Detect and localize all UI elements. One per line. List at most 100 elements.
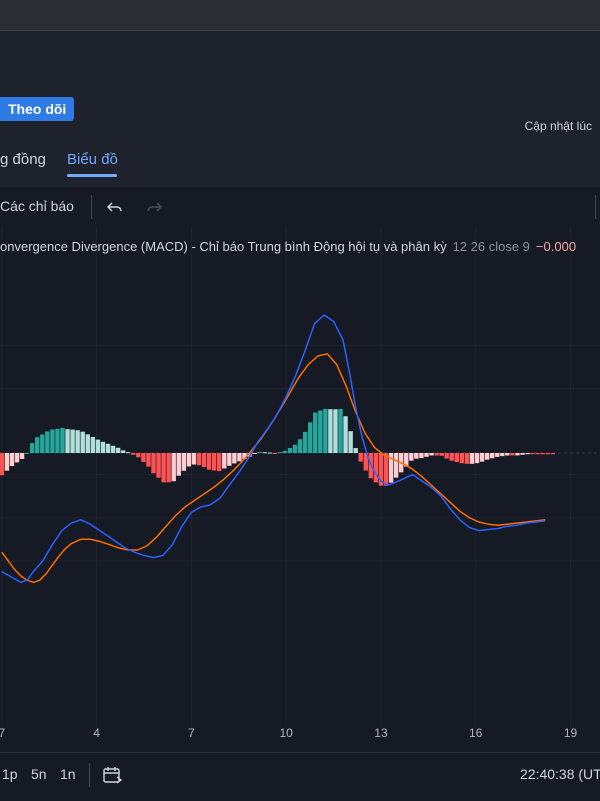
indicators-button[interactable]: Các chỉ báo [0, 198, 74, 214]
histogram-bar [257, 451, 262, 453]
histogram-bar [287, 448, 293, 453]
histogram-bar [120, 450, 126, 453]
histogram-bar [318, 410, 323, 453]
indicator-value: −0.000 [535, 239, 577, 254]
x-tick-label: 4 [93, 726, 100, 740]
histogram-bar [520, 453, 525, 455]
histogram-bar [262, 452, 267, 454]
tab-chart[interactable]: Biểu đồ [67, 151, 118, 168]
histogram-bar [323, 408, 328, 453]
histogram-bar [65, 429, 70, 453]
histogram-bar [237, 453, 242, 462]
histogram-bar [530, 453, 535, 455]
histogram-bar [338, 408, 343, 453]
histogram-bar [151, 453, 156, 474]
histogram-bar [45, 431, 50, 453]
histogram-bar [40, 434, 45, 453]
histogram-bar [333, 409, 338, 453]
histogram-bar [105, 443, 111, 453]
update-time-label: Cập nhật lúc [524, 119, 592, 133]
calendar-icon[interactable] [100, 763, 124, 787]
histogram-bar [75, 430, 80, 453]
histogram-bar [131, 453, 136, 455]
follow-button[interactable]: Theo dõi [0, 97, 75, 121]
histogram-bar [358, 453, 363, 462]
histogram-bar [126, 452, 131, 454]
histogram-bar [95, 439, 101, 453]
histogram-bar [24, 453, 30, 454]
x-tick-label: 7 [0, 726, 5, 740]
x-tick-label: 7 [188, 726, 195, 740]
histogram-bar [80, 431, 85, 453]
histogram-bar [348, 431, 353, 453]
chart-background [0, 227, 600, 752]
histogram-bar [70, 429, 75, 453]
toolbar-divider [91, 195, 92, 219]
histogram-bar [272, 453, 278, 454]
histogram-bar [55, 428, 60, 453]
histogram-bar [313, 412, 318, 453]
histogram-bar [19, 453, 25, 459]
x-tick-label: 13 [374, 726, 388, 740]
histogram-bar [464, 453, 470, 464]
histogram-bar [484, 453, 490, 460]
histogram-bar [409, 453, 414, 461]
chart-toolbar: Các chỉ báo [0, 187, 600, 228]
histogram-bar [434, 453, 439, 456]
histogram-bar [292, 444, 298, 453]
histogram-bar [424, 453, 429, 457]
histogram-bar [373, 453, 379, 483]
histogram-bar [307, 422, 313, 453]
histogram-bar [474, 453, 480, 464]
histogram-bar [297, 439, 303, 453]
histogram-bar [35, 437, 40, 453]
histogram-bar [515, 453, 520, 456]
histogram-bar [353, 448, 358, 453]
histogram-bar [100, 441, 106, 453]
histogram-bar [535, 453, 540, 455]
tab-contracts[interactable]: g đồng [0, 151, 46, 168]
histogram-bar [166, 453, 171, 483]
histogram-bar [545, 453, 550, 455]
histogram-bar [414, 453, 419, 459]
histogram-bar [343, 416, 348, 453]
histogram-bar [201, 453, 207, 468]
histogram-bar [9, 453, 15, 467]
x-tick-label: 16 [469, 726, 483, 740]
histogram-bar [495, 453, 500, 457]
range-1n[interactable]: 1n [60, 766, 76, 782]
histogram-bar [176, 453, 181, 476]
histogram-bar [181, 453, 187, 471]
range-5n[interactable]: 5n [31, 766, 47, 782]
histogram-bar [393, 453, 399, 478]
bottom-divider [89, 763, 90, 787]
histogram-bar [505, 453, 510, 456]
histogram-bar [439, 453, 444, 456]
range-1p[interactable]: 1p [2, 766, 18, 782]
histogram-bar [550, 453, 556, 455]
macd-chart[interactable]: 7 4 7 10 13 16 19 [0, 227, 600, 752]
histogram-bar [156, 453, 161, 478]
histogram-bar [141, 453, 146, 462]
histogram-bar [540, 453, 545, 455]
histogram-bar [429, 453, 434, 456]
histogram-bar [267, 452, 272, 454]
indicator-params: 12 26 close 9 [452, 239, 530, 254]
histogram-bar [115, 447, 121, 453]
histogram-bar [146, 453, 151, 467]
undo-icon[interactable] [103, 195, 127, 219]
histogram-bar [90, 436, 96, 453]
histogram-bar [60, 427, 65, 453]
histogram-bar [252, 453, 257, 454]
histogram-bar [171, 453, 176, 482]
toolbar-divider-right [595, 195, 596, 219]
redo-icon[interactable] [142, 195, 166, 219]
histogram-bar [211, 453, 217, 471]
histogram-bar [29, 443, 35, 453]
histogram-bar [14, 453, 20, 463]
indicator-name: onvergence Divergence (MACD) - Chỉ báo T… [0, 239, 447, 254]
bottom-bar: 1p 5n 1n 22:40:38 (UT [0, 752, 600, 801]
histogram-bar [459, 453, 465, 464]
top-bar [0, 0, 600, 31]
histogram-bar [4, 453, 10, 471]
